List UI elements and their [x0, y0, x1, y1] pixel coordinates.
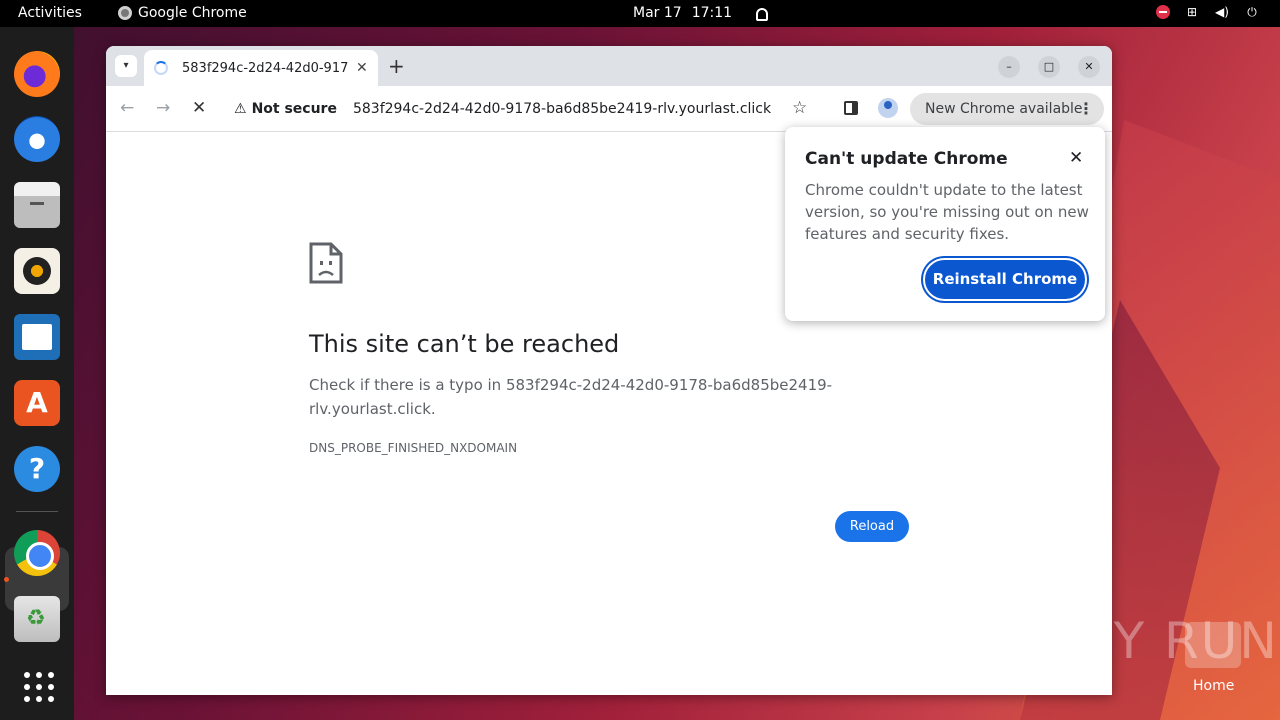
profile-avatar-icon[interactable] [878, 98, 898, 118]
network-icon[interactable]: ⊞ [1184, 5, 1200, 19]
thunderbird-icon[interactable] [14, 116, 60, 162]
system-top-bar: Activities Google Chrome Mar 17 17:11 ⊞ … [0, 0, 1280, 27]
tab-strip: ▾ 583f294c-2d24-42d0-917 ✕ + – □ ✕ [106, 46, 1112, 86]
security-label[interactable]: Not secure [252, 101, 337, 117]
tab-active[interactable]: 583f294c-2d24-42d0-917 ✕ [144, 50, 378, 86]
firefox-icon[interactable] [14, 51, 60, 97]
maximize-button[interactable]: □ [1038, 56, 1060, 78]
tab-close-icon[interactable]: ✕ [356, 60, 368, 76]
popup-title: Can't update Chrome [805, 149, 1008, 169]
stop-loading-icon[interactable]: ✕ [192, 98, 206, 118]
home-folder-icon[interactable] [1185, 622, 1241, 668]
error-code: DNS_PROBE_FINISHED_NXDOMAIN [309, 441, 518, 455]
dock-separator [16, 511, 58, 512]
power-icon[interactable]: ⏻ [1244, 5, 1260, 19]
update-chip-label: New Chrome available [925, 101, 1083, 117]
app-name: Google Chrome [138, 5, 247, 21]
app-center-icon[interactable]: A [14, 380, 60, 426]
close-window-button[interactable]: ✕ [1078, 56, 1100, 78]
activities-button[interactable]: Activities [18, 5, 82, 21]
back-arrow-icon[interactable]: ← [120, 98, 134, 118]
watermark-logo: ANY RUN [1038, 612, 1279, 670]
tab-title: 583f294c-2d24-42d0-917 [182, 60, 348, 76]
notification-bell-icon [756, 7, 769, 21]
chrome-icon [118, 6, 132, 20]
dock: A ? [0, 27, 74, 720]
new-tab-button[interactable]: + [388, 54, 405, 78]
update-error-popup: Can't update Chrome ✕ Chrome couldn't up… [785, 127, 1105, 321]
libreoffice-writer-icon[interactable] [14, 314, 60, 360]
app-menu[interactable]: Google Chrome [118, 5, 247, 21]
popup-close-icon[interactable]: ✕ [1069, 148, 1083, 168]
do-not-disturb-icon[interactable] [1156, 5, 1170, 19]
running-indicator [4, 577, 9, 582]
sad-page-icon [309, 242, 343, 284]
error-title: This site can’t be reached [309, 330, 620, 358]
rhythmbox-icon[interactable] [14, 248, 60, 294]
reinstall-chrome-button[interactable]: Reinstall Chrome [923, 258, 1087, 301]
forward-arrow-icon[interactable]: → [156, 98, 170, 118]
bookmark-star-icon[interactable]: ☆ [792, 98, 807, 118]
trash-icon[interactable] [14, 596, 60, 642]
clock-time: 17:11 [691, 5, 733, 21]
home-folder-label[interactable]: Home [1193, 678, 1234, 694]
update-chip-button[interactable]: New Chrome available ⋮ [910, 93, 1104, 125]
error-message: Check if there is a typo in 583f294c-2d2… [309, 376, 833, 418]
minimize-button[interactable]: – [998, 56, 1020, 78]
show-apps-icon[interactable] [14, 662, 60, 708]
side-panel-icon[interactable] [844, 101, 858, 115]
loading-spinner-icon [154, 61, 168, 75]
browser-toolbar: ← → ✕ ⚠ Not secure 583f294c-2d24-42d0-91… [106, 86, 1112, 132]
volume-icon[interactable]: ◀) [1214, 5, 1230, 19]
tab-search-chevron-down-icon[interactable]: ▾ [115, 55, 137, 77]
system-tray[interactable]: ⊞ ◀) ⏻ [1156, 5, 1260, 19]
more-menu-icon[interactable]: ⋮ [1078, 99, 1094, 118]
help-icon[interactable]: ? [14, 446, 60, 492]
popup-body: Chrome couldn't update to the latest ver… [805, 181, 1089, 243]
reload-button[interactable]: Reload [835, 511, 909, 542]
files-icon[interactable] [14, 182, 60, 228]
google-chrome-icon[interactable] [14, 530, 60, 576]
address-bar[interactable]: ⚠ Not secure 583f294c-2d24-42d0-9178-ba6… [228, 93, 828, 125]
url-text[interactable]: 583f294c-2d24-42d0-9178-ba6d85be2419-rlv… [353, 101, 771, 117]
clock-date: Mar 17 [633, 5, 682, 21]
warning-icon[interactable]: ⚠ [234, 101, 247, 117]
clock[interactable]: Mar 17 17:11 [633, 5, 769, 21]
